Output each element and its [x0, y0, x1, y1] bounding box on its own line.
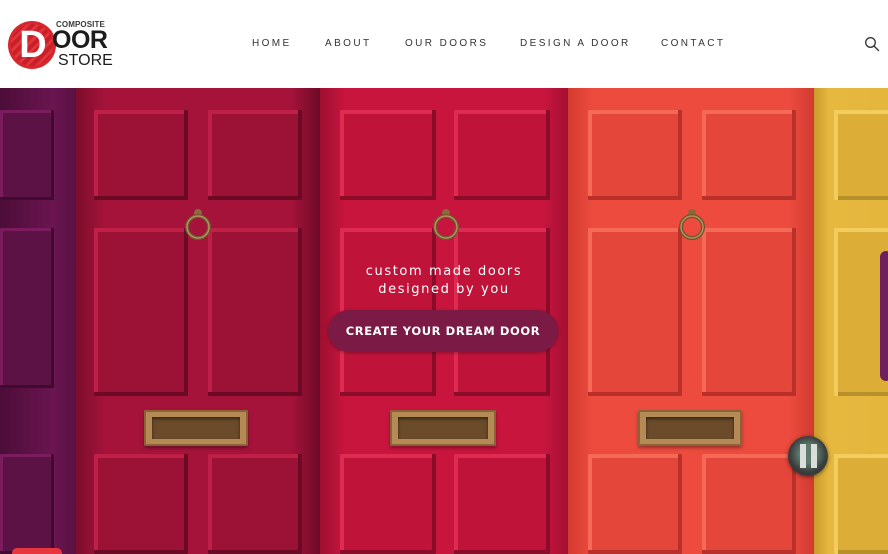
create-dream-door-button[interactable]: CREATE YOUR DREAM DOOR [328, 310, 558, 352]
yellow-door [814, 88, 888, 554]
hero-banner: custom made doors designed by you CREATE… [0, 88, 888, 554]
door-knocker-icon [677, 208, 707, 240]
nav-home[interactable]: HOME [252, 38, 292, 49]
door-knocker-icon [183, 208, 213, 240]
tagline-line-1: custom made doors [365, 264, 523, 279]
side-feedback-tab[interactable] [880, 251, 888, 381]
site-header: D COMPOSITE OOR STORE HOME ABOUT OUR DOO… [0, 0, 888, 88]
nav-contact[interactable]: CONTACT [661, 38, 725, 49]
purple-door [0, 88, 76, 554]
orange-door [568, 88, 814, 554]
tagline-line-2: designed by you [378, 282, 510, 297]
nav-our-doors[interactable]: OUR DOORS [405, 38, 488, 49]
search-icon[interactable] [864, 36, 880, 52]
nav-design-a-door[interactable]: DESIGN A DOOR [520, 38, 631, 49]
hero-tagline: custom made doors designed by you [0, 263, 888, 299]
main-nav: HOME ABOUT OUR DOORS DESIGN A DOOR CONTA… [0, 38, 888, 52]
corner-badge[interactable] [12, 548, 62, 554]
chat-avatar[interactable] [788, 436, 828, 476]
nav-about[interactable]: ABOUT [325, 38, 371, 49]
door-knocker-icon [431, 208, 461, 240]
crimson-door [76, 88, 320, 554]
logo-bottom-text: STORE [58, 52, 113, 69]
